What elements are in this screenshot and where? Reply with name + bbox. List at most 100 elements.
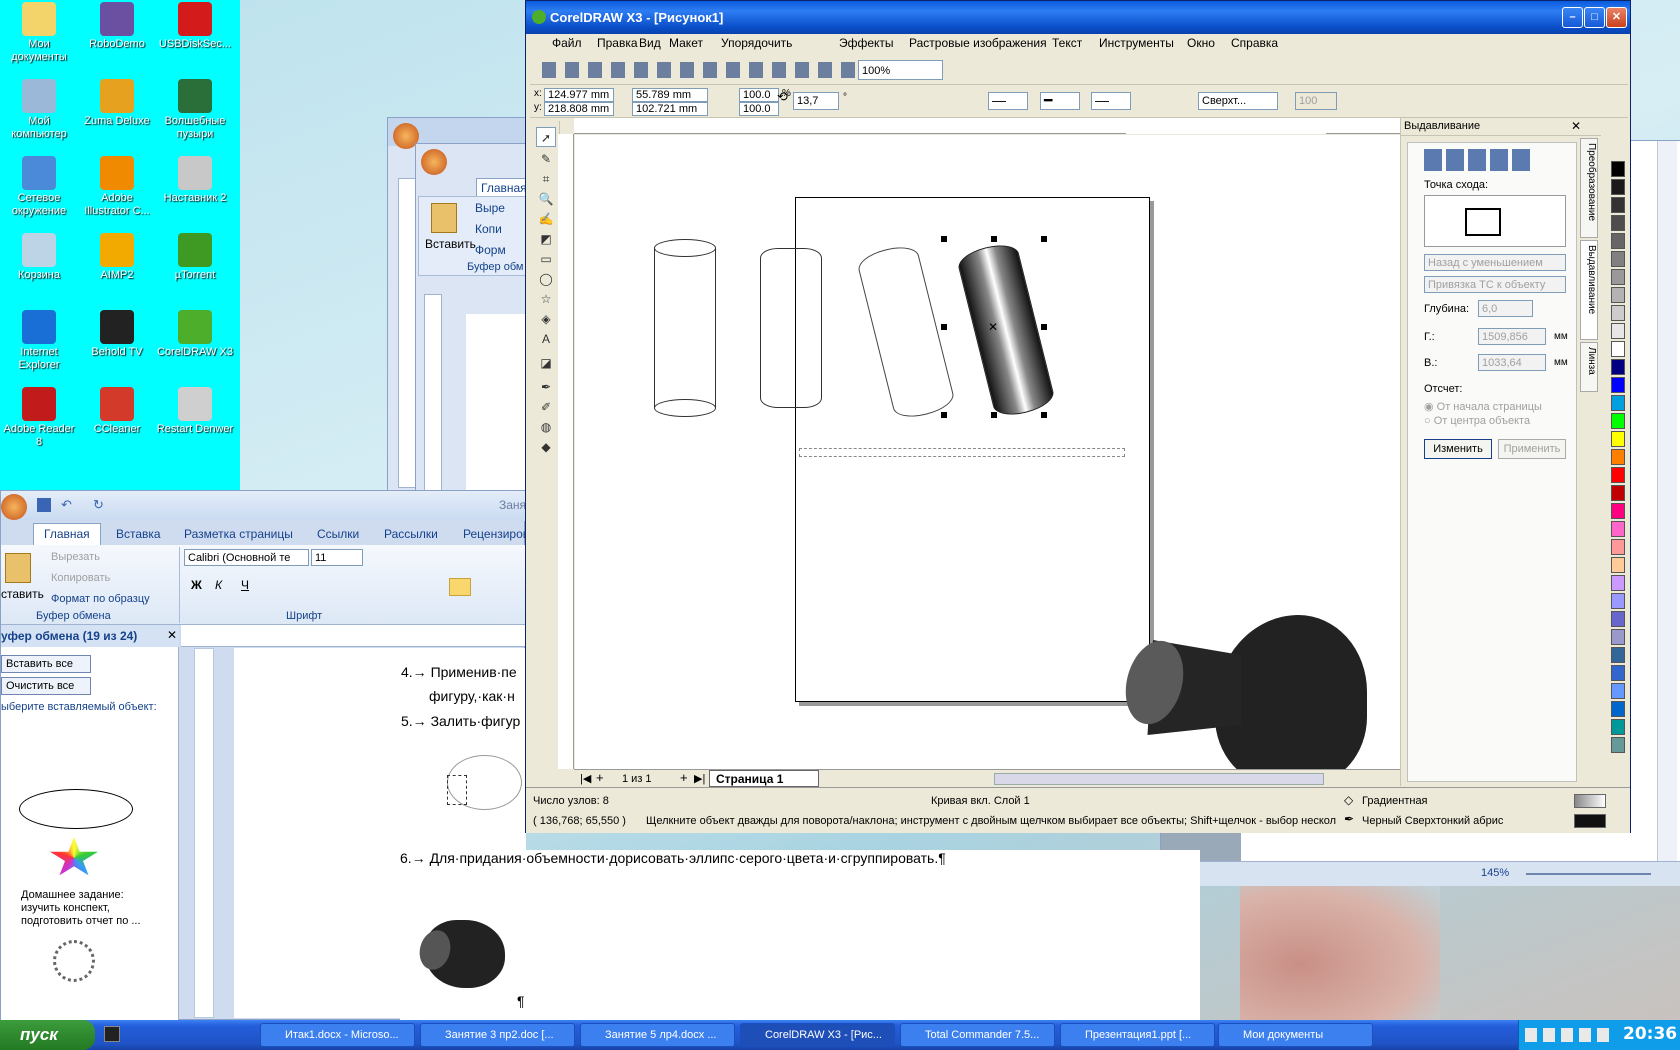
italic-button[interactable]: К xyxy=(215,578,222,592)
desktop-icon[interactable]: Restart Denwer xyxy=(156,387,234,436)
edit-button[interactable]: Изменить xyxy=(1424,439,1492,459)
eyedropper-icon[interactable]: ✒ xyxy=(536,377,556,397)
palette-swatch[interactable] xyxy=(1611,719,1625,735)
docker-close-icon[interactable]: ✕ xyxy=(1571,119,1581,133)
font-size-select[interactable]: 11 xyxy=(311,549,363,566)
tab-references[interactable]: Ссылки xyxy=(317,527,359,541)
cylinder-2[interactable] xyxy=(760,248,822,408)
taskbar-button[interactable]: Итак1.docx - Microso... xyxy=(260,1023,415,1047)
font-name-select[interactable]: Calibri (Основной те xyxy=(184,549,309,566)
tab-review[interactable]: Рецензиров xyxy=(463,527,529,541)
crop-tool-icon[interactable]: ⌗ xyxy=(536,169,556,189)
radio-object-center[interactable]: ○ От центра объекта xyxy=(1424,415,1530,427)
horizontal-scrollbar[interactable] xyxy=(994,773,1324,785)
depth-field[interactable]: 6,0 xyxy=(1478,300,1533,317)
desktop-icon[interactable]: USBDiskSec... xyxy=(156,2,234,51)
palette-swatch[interactable] xyxy=(1611,539,1625,555)
interactive-fill-icon[interactable]: ◆ xyxy=(536,437,556,457)
palette-swatch[interactable] xyxy=(1611,395,1625,411)
clipboard-item-ellipse[interactable] xyxy=(19,789,133,829)
palette-swatch[interactable] xyxy=(1611,413,1625,429)
format-painter-button[interactable]: Формат по образцу xyxy=(51,593,150,605)
palette-swatch[interactable] xyxy=(1611,737,1625,753)
palette-swatch[interactable] xyxy=(1611,683,1625,699)
palette-swatch[interactable] xyxy=(1611,629,1625,645)
palette-swatch[interactable] xyxy=(1611,251,1625,267)
taskbar-button[interactable]: Total Commander 7.5... xyxy=(900,1023,1055,1047)
outline-width-select[interactable]: Сверхт... xyxy=(1198,92,1278,110)
align-left-button[interactable] xyxy=(449,578,471,596)
coreldraw-window[interactable]: CorelDRAW X3 - [Рисунок1] – □ ✕ Файл Прав… xyxy=(525,0,1631,833)
desktop-icon[interactable]: Мои документы xyxy=(0,2,78,64)
palette-swatch[interactable] xyxy=(1611,323,1625,339)
palette-swatch[interactable] xyxy=(1611,593,1625,609)
tab-extrude[interactable]: Выдавливание xyxy=(1580,240,1598,340)
desktop-icon[interactable]: Zuma Deluxe xyxy=(78,79,156,128)
radio-page-origin[interactable]: ◉ От начала страницы xyxy=(1424,400,1542,413)
desktop-icon[interactable]: Internet Explorer xyxy=(0,310,78,372)
rectangle-tool-icon[interactable]: ▭ xyxy=(536,249,556,269)
basic-shapes-icon[interactable]: ◈ xyxy=(536,309,556,329)
end-arrow-select[interactable]: — xyxy=(1091,92,1131,110)
desktop-icon[interactable]: AIMP2 xyxy=(78,233,156,282)
desktop-icon[interactable]: Сетевое окружение xyxy=(0,156,78,218)
desktop-icon[interactable]: CorelDRAW X3 xyxy=(156,310,234,359)
quick-launch-icon[interactable] xyxy=(104,1026,120,1042)
vertical-scrollbar[interactable] xyxy=(1657,141,1677,861)
menu-item[interactable]: Окно xyxy=(1187,36,1215,50)
add-page-end-icon[interactable]: + xyxy=(680,770,688,785)
palette-swatch[interactable] xyxy=(1611,449,1625,465)
transparency-field[interactable]: 100 xyxy=(1295,92,1337,110)
close-button[interactable]: ✕ xyxy=(1606,7,1627,28)
paste-icon[interactable] xyxy=(5,553,31,583)
polygon-tool-icon[interactable]: ☆ xyxy=(536,289,556,309)
scale-x-field[interactable]: 100.0 xyxy=(739,88,779,102)
clipboard-item-homework[interactable]: Домашнее задание: изучить конспект, подг… xyxy=(21,889,156,928)
desktop-icon[interactable]: Adobe Reader 8 xyxy=(0,387,78,449)
extrude-type-select[interactable]: Назад с уменьшением xyxy=(1424,254,1566,271)
clear-all-button[interactable]: Очистить все xyxy=(1,677,91,695)
tab-page-layout[interactable]: Разметка страницы xyxy=(184,527,293,541)
copy-button[interactable]: Копи xyxy=(475,222,502,236)
underline-button[interactable]: Ч xyxy=(241,578,249,592)
cut-button[interactable]: Выре xyxy=(475,201,505,215)
start-button[interactable]: пуск xyxy=(0,1020,95,1050)
clipboard-item-star[interactable] xyxy=(50,837,98,876)
cylinder-1[interactable] xyxy=(654,248,716,408)
palette-swatch[interactable] xyxy=(1611,503,1625,519)
desktop-icon[interactable]: RoboDemo xyxy=(78,2,156,51)
menu-item[interactable]: Вид xyxy=(639,36,661,50)
desktop-icon[interactable]: Волшебные пузыри xyxy=(156,79,234,141)
first-page-icon[interactable]: |◀ xyxy=(580,772,591,785)
apply-button[interactable]: Применить xyxy=(1498,439,1566,459)
add-page-icon[interactable]: + xyxy=(596,770,604,785)
x-field[interactable]: 124.977 mm xyxy=(544,88,614,102)
desktop-icon[interactable]: Behold TV xyxy=(78,310,156,359)
selection-handles[interactable]: ✕ xyxy=(940,235,1047,418)
taskbar-button[interactable]: Мои документы xyxy=(1218,1023,1373,1047)
palette-swatch[interactable] xyxy=(1611,359,1625,375)
palette-swatch[interactable] xyxy=(1611,233,1625,249)
desktop-icon[interactable]: µTorrent xyxy=(156,233,234,282)
palette-swatch[interactable] xyxy=(1611,305,1625,321)
zoom-select[interactable]: 100% xyxy=(858,60,943,80)
maximize-button[interactable]: □ xyxy=(1584,7,1605,28)
palette-swatch[interactable] xyxy=(1611,485,1625,501)
tab-lens[interactable]: Линза xyxy=(1580,342,1598,392)
palette-swatch[interactable] xyxy=(1611,269,1625,285)
menu-item[interactable]: Макет xyxy=(669,36,703,50)
palette-swatch[interactable] xyxy=(1611,521,1625,537)
palette-swatch[interactable] xyxy=(1611,341,1625,357)
taskbar-button[interactable]: CorelDRAW X3 - [Рис... xyxy=(740,1023,895,1047)
tab-transform[interactable]: Преобразование xyxy=(1580,138,1598,238)
vp-lock-select[interactable]: Привязка ТС к объекту xyxy=(1424,276,1566,293)
palette-swatch[interactable] xyxy=(1611,215,1625,231)
office-button-icon[interactable] xyxy=(421,149,447,175)
line-style-select[interactable]: ━ xyxy=(1040,92,1080,110)
page-tab[interactable]: Страница 1 xyxy=(709,770,819,787)
menu-item[interactable]: Текст xyxy=(1052,36,1082,50)
desktop-icon[interactable]: Наставник 2 xyxy=(156,156,234,205)
paste-all-button[interactable]: Вставить все xyxy=(1,655,91,673)
interactive-blend-icon[interactable]: ◪ xyxy=(536,353,556,373)
tab-insert[interactable]: Вставка xyxy=(116,527,161,541)
